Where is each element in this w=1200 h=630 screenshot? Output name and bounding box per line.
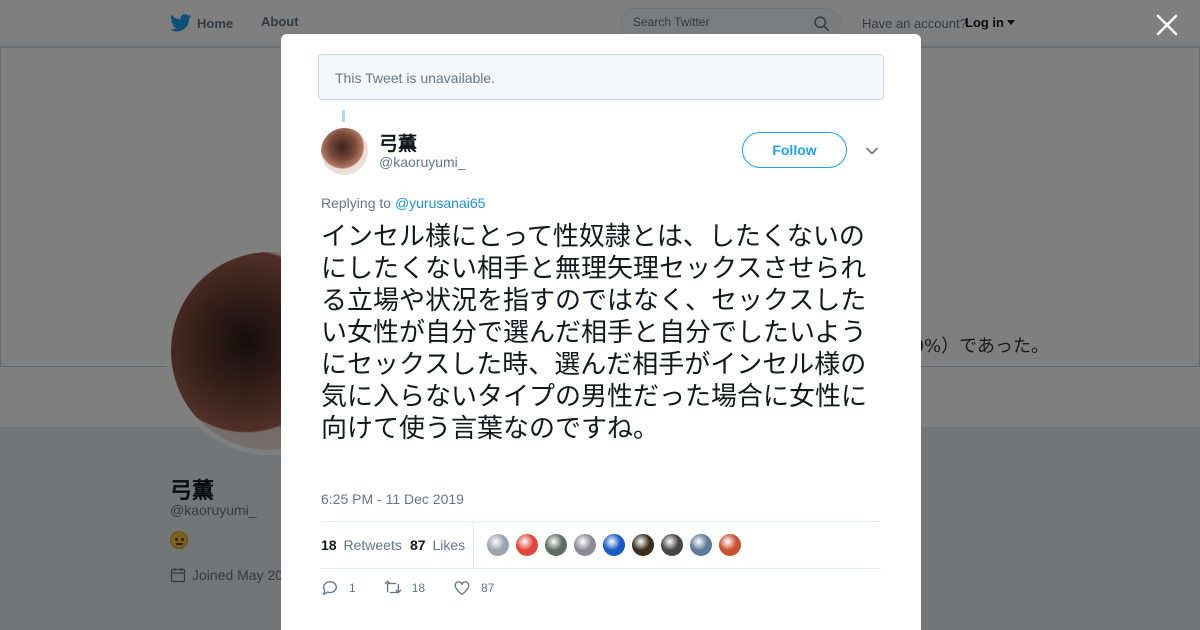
replying-to-prefix: Replying to <box>321 195 392 211</box>
likes-stat[interactable]: 87 Likes <box>410 537 465 553</box>
tweet-modal: This Tweet is unavailable. 弓薫 @kaoruyumi… <box>281 34 921 630</box>
liker-avatar[interactable] <box>515 533 539 557</box>
liker-avatar[interactable] <box>602 533 626 557</box>
likes-label: Likes <box>432 537 466 553</box>
liker-avatar[interactable] <box>573 533 597 557</box>
tweet-stats: 18 Retweets 87 Likes <box>321 521 881 569</box>
liker-avatar[interactable] <box>486 533 510 557</box>
thread-connector <box>342 110 345 122</box>
retweet-icon <box>384 580 402 594</box>
reply-count: 1 <box>349 581 356 595</box>
tweet-timestamp[interactable]: 6:25 PM - 11 Dec 2019 <box>321 491 464 507</box>
author-avatar[interactable] <box>321 128 368 175</box>
author-name[interactable]: 弓薫 <box>379 129 417 156</box>
retweet-button[interactable]: 18 <box>384 579 425 597</box>
close-icon[interactable] <box>1154 12 1180 38</box>
liker-avatar[interactable] <box>631 533 655 557</box>
liker-avatar[interactable] <box>660 533 684 557</box>
liker-avatars <box>486 533 747 557</box>
like-button[interactable]: 87 <box>453 579 494 597</box>
retweets-label: Retweets <box>343 537 402 553</box>
tweet-unavailable-notice: This Tweet is unavailable. <box>318 54 884 100</box>
retweet-count: 18 <box>411 581 426 595</box>
replying-to-link[interactable]: @yurusanai65 <box>395 195 486 211</box>
like-count: 87 <box>481 581 495 595</box>
stats-divider <box>473 522 474 568</box>
chevron-down-icon[interactable] <box>865 144 879 158</box>
retweets-count: 18 <box>321 537 337 553</box>
tweet-actions: 1 18 87 <box>321 579 522 597</box>
likes-count: 87 <box>410 537 426 553</box>
liker-avatar[interactable] <box>718 533 742 557</box>
liker-avatar[interactable] <box>689 533 713 557</box>
reply-icon <box>323 581 337 595</box>
follow-button[interactable]: Follow <box>742 132 847 168</box>
reply-button[interactable]: 1 <box>321 579 356 597</box>
tweet-text: インセル様にとって性奴隷とは、したくないのにしたくない相手と無理矢理セックスさせ… <box>321 222 868 444</box>
retweets-stat[interactable]: 18 Retweets <box>321 537 402 553</box>
liker-avatar[interactable] <box>544 533 568 557</box>
heart-icon <box>454 581 470 595</box>
replying-to: Replying to @yurusanai65 <box>321 195 485 211</box>
author-handle[interactable]: @kaoruyumi_ <box>379 154 466 170</box>
